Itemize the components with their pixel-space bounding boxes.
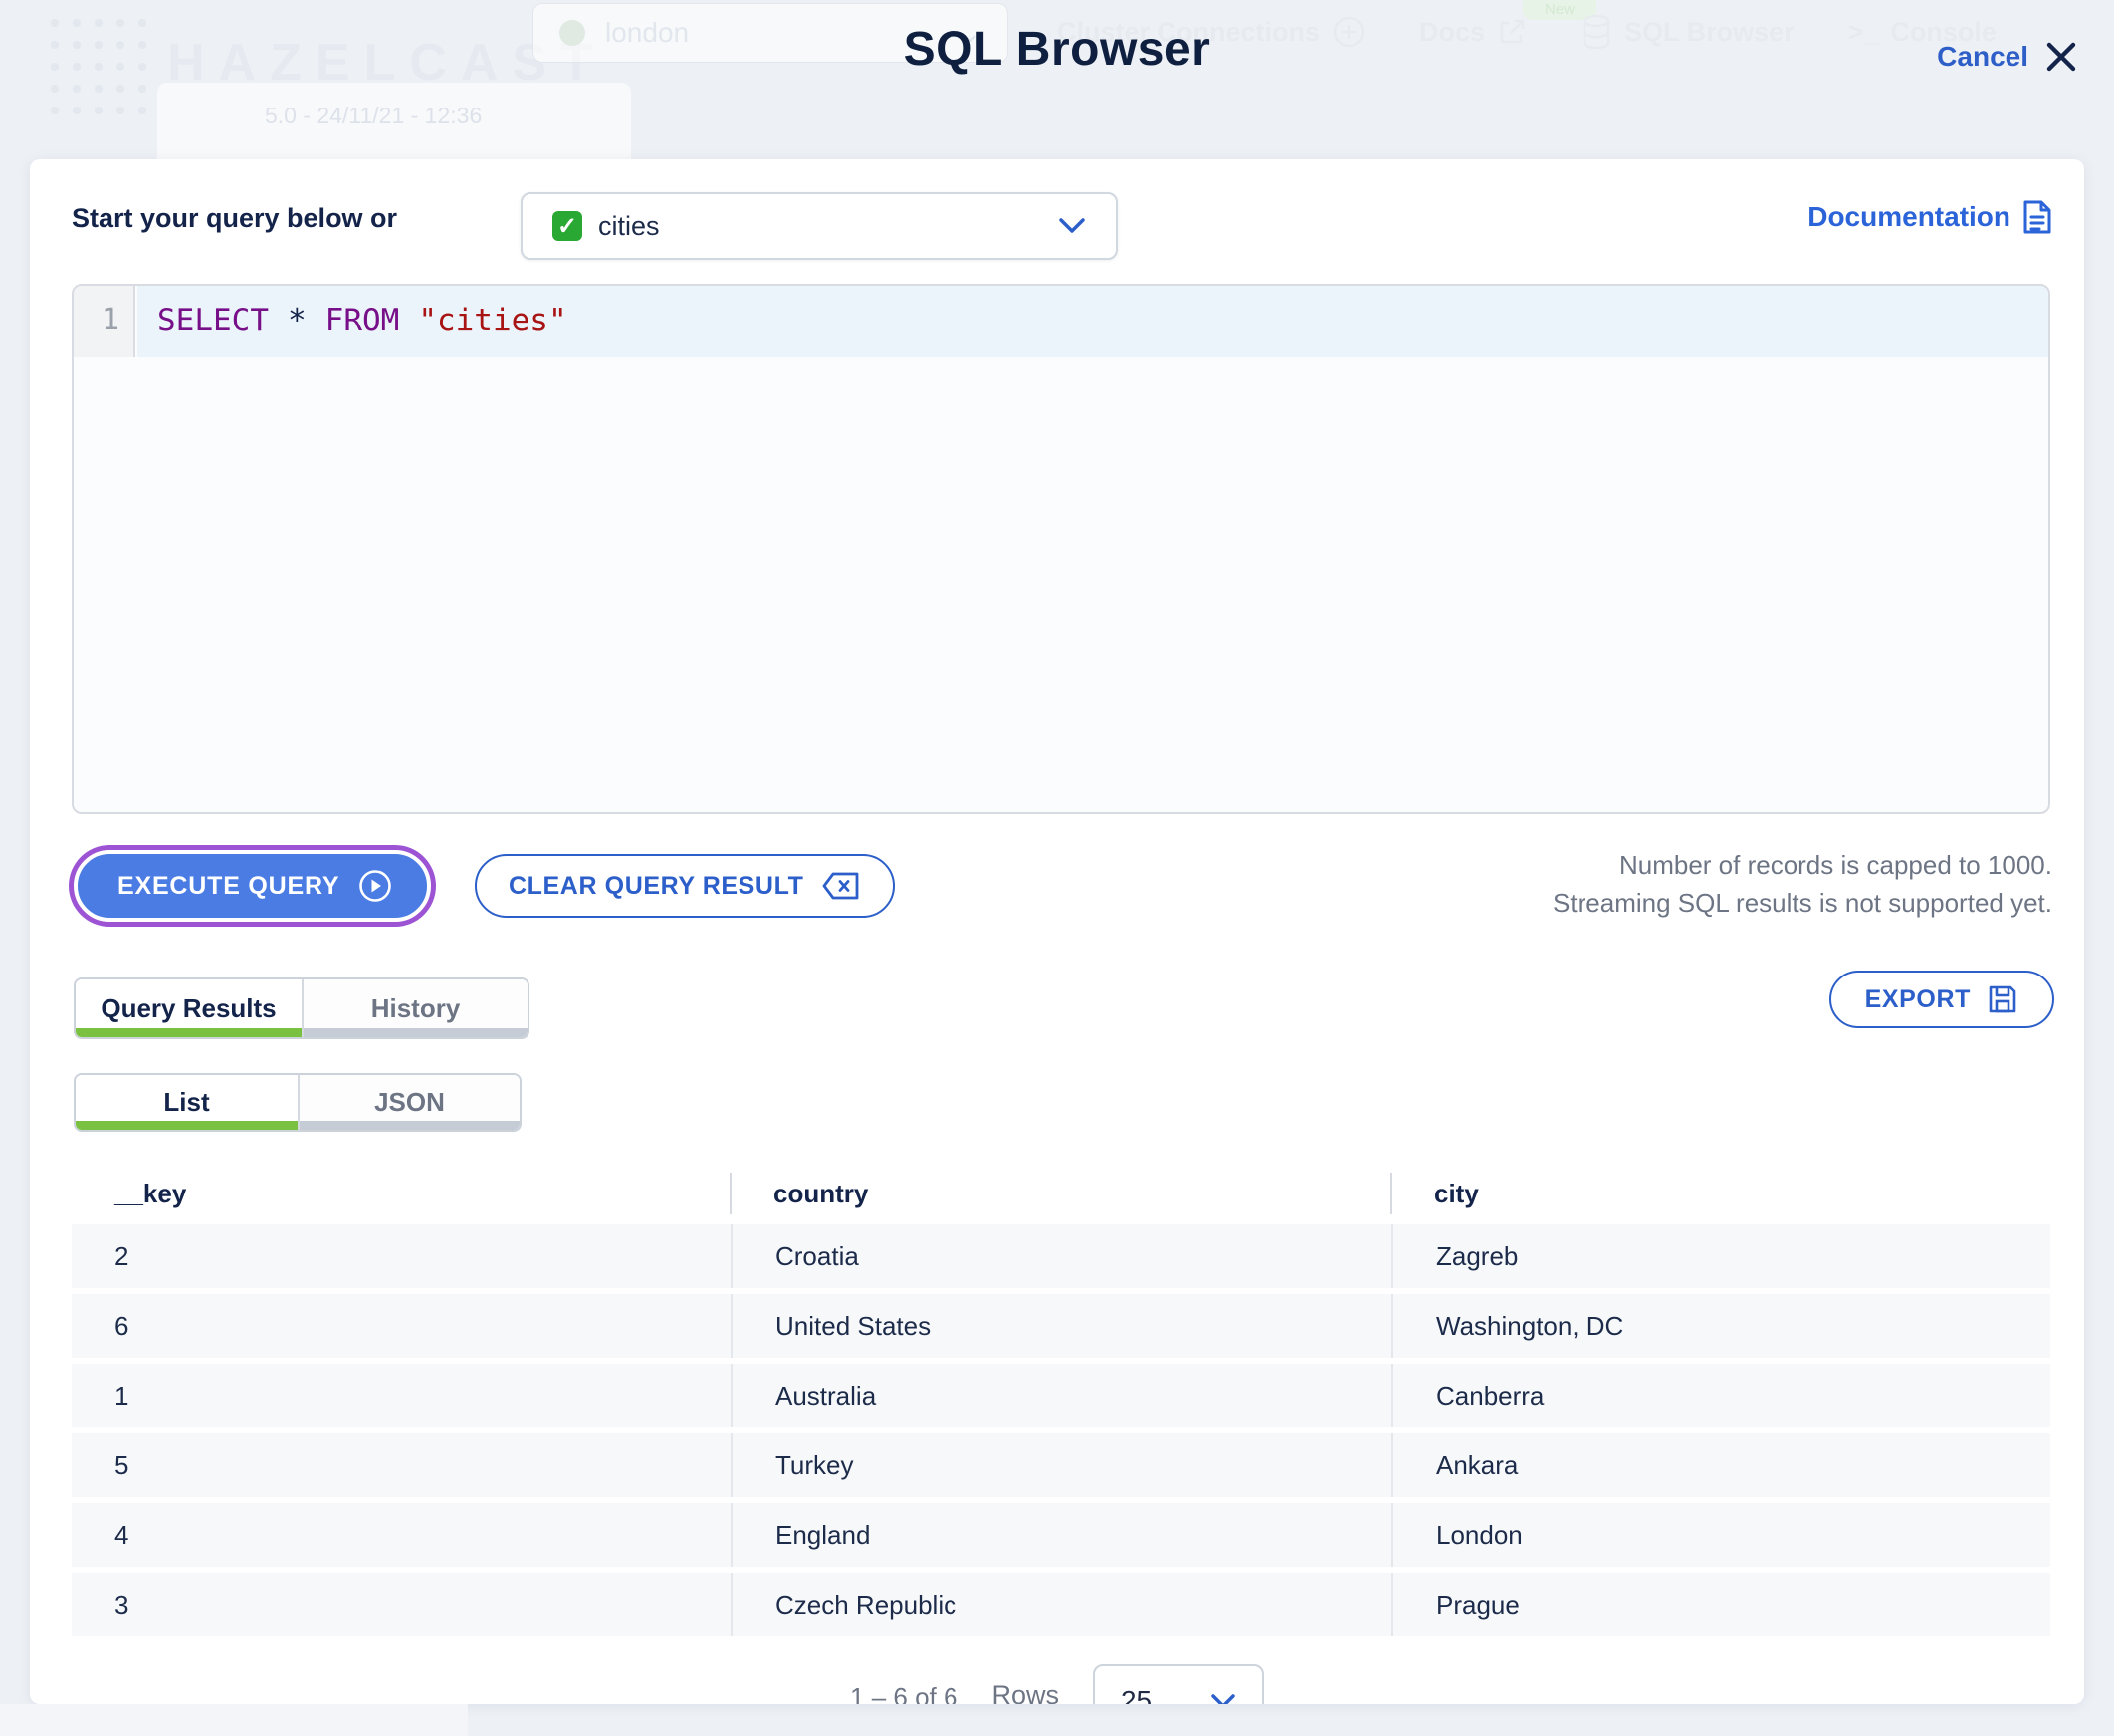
cell-key: 5 (114, 1449, 129, 1480)
line-number: 1 (101, 303, 119, 337)
chevron-down-icon (1211, 1693, 1235, 1704)
cell-city: Zagreb (1391, 1224, 2050, 1288)
active-tab-indicator (76, 1121, 298, 1130)
inactive-tab-indicator (300, 1121, 520, 1130)
tab-history[interactable]: History (302, 979, 528, 1037)
inactive-tab-indicator (304, 1028, 528, 1037)
cell-city: Ankara (1391, 1433, 2050, 1497)
clear-query-result-label: CLEAR QUERY RESULT (509, 871, 804, 900)
column-header-city: city (1390, 1163, 2050, 1224)
tab-json-view[interactable]: JSON (298, 1075, 520, 1130)
export-button[interactable]: EXPORT (1828, 971, 2054, 1028)
cell-key: 3 (114, 1589, 129, 1620)
clear-backspace-icon (823, 872, 859, 900)
cell-country: Turkey (731, 1433, 1391, 1497)
cell-key: 2 (114, 1240, 129, 1271)
map-select-dropdown[interactable]: ✓ cities (521, 192, 1118, 260)
tab-query-results[interactable]: Query Results (76, 979, 302, 1037)
cluster-version-tab: 5.0 - 24/11/21 - 12:36 (157, 83, 631, 160)
cluster-version-text: 5.0 - 24/11/21 - 12:36 (265, 103, 483, 128)
table-row: 1 Australia Canberra (72, 1364, 2050, 1427)
column-header-country: country (730, 1163, 1391, 1224)
cell-country: Croatia (731, 1224, 1391, 1288)
table-row: 4 England London (72, 1503, 2050, 1567)
sql-browser-panel: Start your query below or ✓ cities Docum… (30, 159, 2084, 1704)
document-icon (2023, 200, 2051, 234)
table-row: 2 Croatia Zagreb (72, 1224, 2050, 1288)
play-circle-icon (359, 870, 392, 902)
save-floppy-icon (1989, 985, 2016, 1013)
editor-gutter: 1 (74, 286, 135, 357)
cell-city: Prague (1391, 1573, 2050, 1636)
cell-key: 6 (114, 1310, 129, 1341)
documentation-label[interactable]: Documentation (1807, 201, 2010, 233)
chevron-down-icon (1059, 218, 1085, 233)
close-icon[interactable] (2044, 40, 2078, 74)
rows-per-page-select[interactable]: 25 (1092, 1664, 1264, 1704)
table-row: 5 Turkey Ankara (72, 1433, 2050, 1497)
results-tabs: Query Results History (74, 977, 529, 1039)
active-tab-indicator (76, 1028, 302, 1037)
sql-keyword: FROM (324, 303, 400, 338)
results-table: __key country city 2 Croatia Zagreb 6 Un… (72, 1163, 2050, 1642)
rows-per-page-label: Rows (991, 1680, 1059, 1704)
cell-country: England (731, 1503, 1391, 1567)
note-line-2: Streaming SQL results is not supported y… (1553, 888, 2052, 918)
sql-query-text[interactable]: SELECT * FROM "cities" (157, 303, 567, 338)
map-select-value: cities (598, 210, 660, 241)
table-header-row: __key country city (72, 1163, 2050, 1224)
table-row: 6 United States Washington, DC (72, 1294, 2050, 1358)
note-line-1: Number of records is capped to 1000. (1618, 850, 2052, 880)
records-cap-note: Number of records is capped to 1000. Str… (1553, 846, 2052, 922)
table-row: 3 Czech Republic Prague (72, 1573, 2050, 1636)
cancel-label[interactable]: Cancel (1937, 41, 2028, 73)
cell-country: Australia (731, 1364, 1391, 1427)
execute-query-label: EXECUTE QUERY (117, 871, 340, 900)
pagination-bar: 1 – 6 of 6 Rows 25 (30, 1664, 2084, 1704)
sql-star: * (287, 303, 307, 338)
cell-city: Washington, DC (1391, 1294, 2050, 1358)
new-badge: New (1523, 0, 1596, 20)
query-intro-label: Start your query below or (72, 203, 398, 233)
cell-country: United States (731, 1294, 1391, 1358)
tab-list-view[interactable]: List (76, 1075, 298, 1130)
sql-string: "cities" (418, 303, 567, 338)
cell-city: London (1391, 1503, 2050, 1567)
cell-key: 4 (114, 1519, 129, 1550)
cancel-button[interactable]: Cancel (1937, 40, 2078, 74)
rows-per-page-value: 25 (1120, 1685, 1153, 1704)
cell-city: Canberra (1391, 1364, 2050, 1427)
sql-keyword: SELECT (157, 303, 269, 338)
page-title: SQL Browser (903, 23, 1211, 76)
execute-query-button[interactable]: EXECUTE QUERY (74, 850, 432, 922)
view-mode-tabs: List JSON (74, 1073, 522, 1132)
pagination-range: 1 – 6 of 6 (850, 1682, 958, 1704)
page-bottom-band (0, 1704, 468, 1736)
column-header-key: __key (114, 1178, 187, 1208)
cell-country: Czech Republic (731, 1573, 1391, 1636)
clear-query-result-button[interactable]: CLEAR QUERY RESULT (475, 854, 896, 918)
documentation-link[interactable]: Documentation (1807, 199, 2052, 235)
checked-map-icon: ✓ (552, 211, 582, 241)
sql-editor[interactable]: 1 SELECT * FROM "cities" (72, 284, 2050, 814)
cell-key: 1 (114, 1380, 129, 1410)
export-label: EXPORT (1864, 984, 1971, 1013)
